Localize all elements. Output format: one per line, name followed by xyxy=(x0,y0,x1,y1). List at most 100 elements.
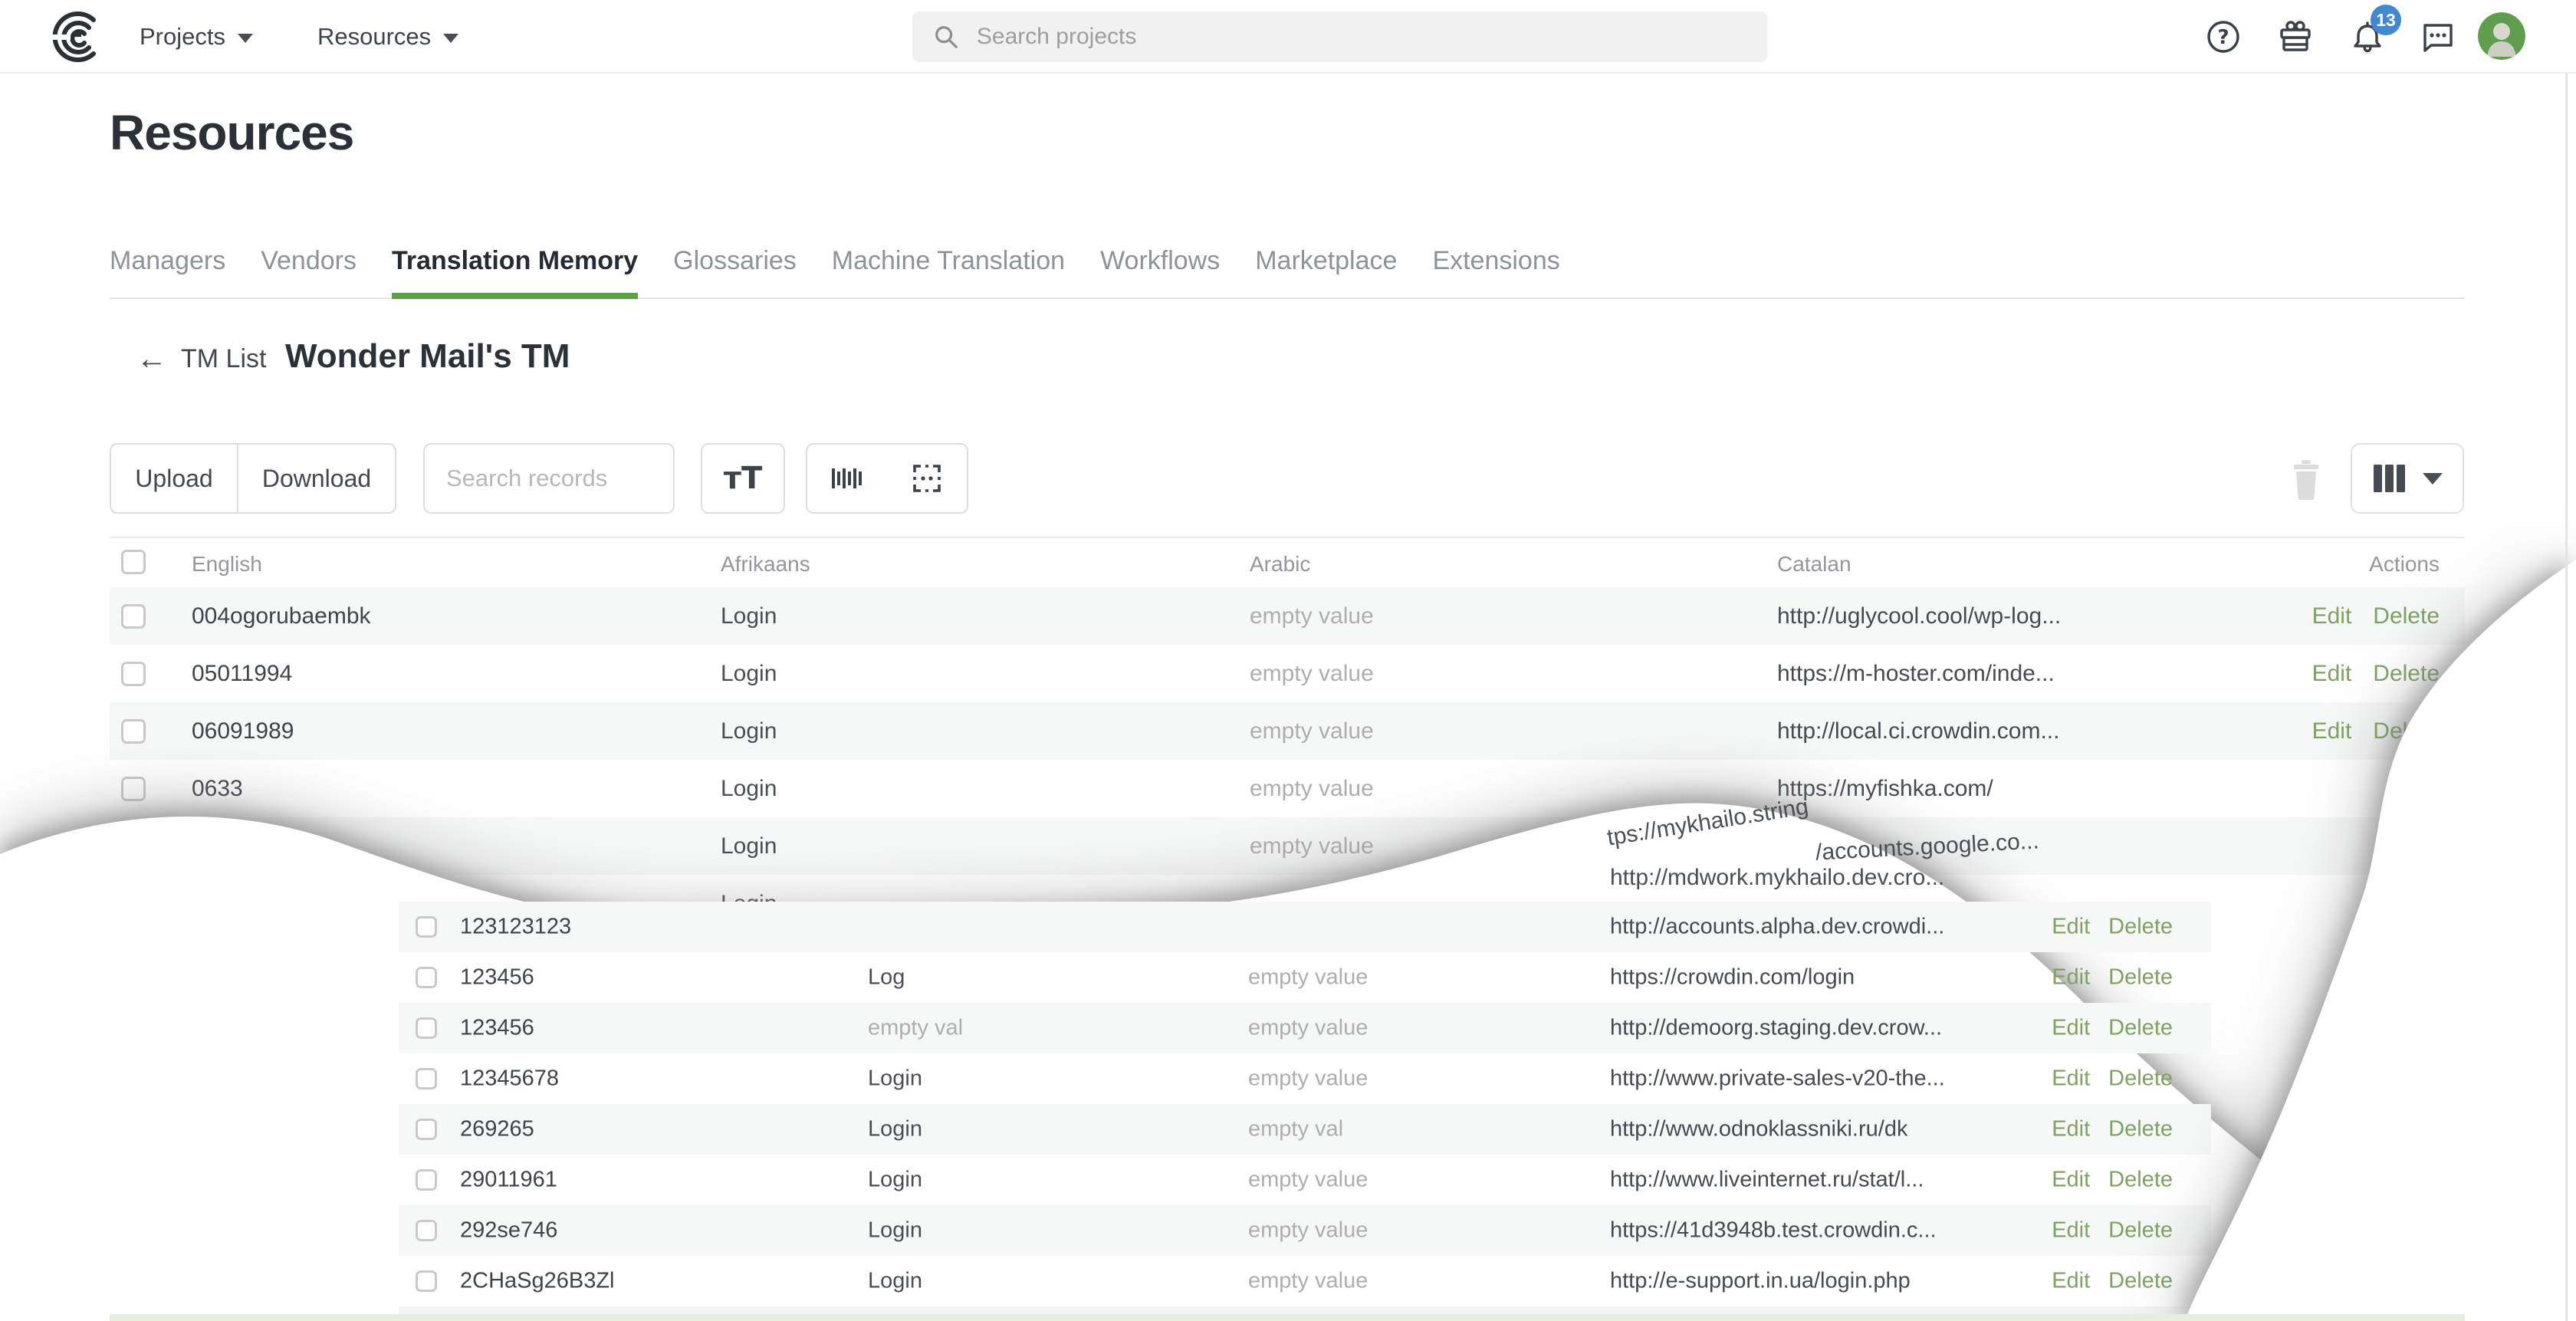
delete-link[interactable]: Delete xyxy=(2108,965,2173,991)
row-checkbox[interactable] xyxy=(121,661,146,686)
cell-arabic: empty value xyxy=(1248,1066,1368,1091)
frame-icon xyxy=(912,465,941,492)
avatar[interactable] xyxy=(2478,12,2525,60)
row-actions: Edit Delete xyxy=(2312,603,2440,629)
edit-link[interactable]: Edit xyxy=(2052,915,2090,940)
cell-afrikaans: Log xyxy=(868,964,905,990)
page-title: Resources xyxy=(110,105,354,160)
edit-link[interactable]: Edit xyxy=(2400,776,2440,802)
text-case-button[interactable]: тT xyxy=(701,443,785,514)
delete-link[interactable]: Delete xyxy=(2108,1016,2173,1041)
app-logo-icon[interactable] xyxy=(49,9,104,64)
row-checkbox[interactable] xyxy=(416,1017,437,1039)
cell-catalan: http://e-support.in.ua/login.php xyxy=(1610,1268,1911,1293)
row-checkbox[interactable] xyxy=(416,1220,437,1241)
tab-managers[interactable]: Managers xyxy=(110,246,225,297)
row-checkbox[interactable] xyxy=(416,1270,437,1292)
tab-marketplace[interactable]: Marketplace xyxy=(1255,246,1397,297)
search-projects-input[interactable] xyxy=(976,24,1747,50)
edit-link[interactable]: Edit xyxy=(2052,965,2090,991)
delete-link[interactable]: Delete xyxy=(2108,915,2173,940)
tm-title: Wonder Mail's TM xyxy=(285,337,570,375)
tab-vendors[interactable]: Vendors xyxy=(261,246,356,297)
delete-link[interactable]: Delete xyxy=(2373,718,2440,744)
table-row: 2CHaSg26B3Zl Login empty value http://e-sup… xyxy=(399,1256,2211,1306)
delete-link[interactable]: Delete xyxy=(2108,1269,2173,1294)
edit-link[interactable]: Edit xyxy=(2312,661,2352,687)
row-checkbox[interactable] xyxy=(121,833,146,859)
delete-link[interactable]: Delete xyxy=(2108,1117,2173,1142)
tab-machine-translation[interactable]: Machine Translation xyxy=(832,246,1065,297)
trash-icon[interactable] xyxy=(2289,458,2323,501)
back-to-tm-list[interactable]: ← TM List xyxy=(136,343,266,374)
cell-arabic: empty value xyxy=(1250,775,1374,801)
bell-icon[interactable]: 13 xyxy=(2346,5,2401,58)
row-checkbox[interactable] xyxy=(121,718,146,744)
row-actions: Edit Delete xyxy=(2052,915,2173,940)
arrow-left-icon: ← xyxy=(136,342,167,376)
tab-workflows[interactable]: Workflows xyxy=(1100,246,1220,297)
row-checkbox[interactable] xyxy=(416,1119,437,1140)
search-icon xyxy=(935,26,958,48)
barcode-filter-button[interactable] xyxy=(806,443,888,514)
tab-glossaries[interactable]: Glossaries xyxy=(673,246,797,297)
delete-link[interactable]: Delete xyxy=(2108,1066,2173,1092)
edit-link[interactable]: Edit xyxy=(2052,1269,2090,1294)
table-row: 05011994 Login empty value https://m-hoster… xyxy=(110,645,2465,702)
help-icon[interactable]: ? xyxy=(2202,15,2245,58)
cell-english: 2CHaSg26B3Zl xyxy=(460,1268,615,1293)
menu-resources[interactable]: Resources xyxy=(317,0,459,74)
tab-extensions[interactable]: Extensions xyxy=(1432,246,1559,297)
edit-link[interactable]: Edit xyxy=(2052,1016,2090,1041)
cell-english: 29011961 xyxy=(460,1167,557,1192)
tab-translation-memory[interactable]: Translation Memory xyxy=(391,246,639,299)
columns-dropdown-button[interactable] xyxy=(2351,443,2464,514)
search-records-input[interactable] xyxy=(423,443,675,514)
edit-link[interactable]: Edit xyxy=(2052,1168,2090,1193)
edit-link[interactable]: Edit xyxy=(2312,603,2352,629)
chevron-down-icon xyxy=(237,34,253,43)
row-checkbox[interactable] xyxy=(121,891,146,916)
cell-catalan: http://www.private-sales-v20-the... xyxy=(1610,1066,1945,1091)
chat-icon[interactable] xyxy=(2417,15,2459,58)
row-checkbox[interactable] xyxy=(121,776,146,801)
cell-afrikaans: empty val xyxy=(868,1015,964,1040)
gift-icon[interactable] xyxy=(2274,15,2317,58)
table-row: 06091989 Login empty value http://local.ci.… xyxy=(110,702,2465,760)
row-checkbox[interactable] xyxy=(416,1169,437,1191)
cell-arabic: empty value xyxy=(1250,718,1374,744)
frame-filter-button[interactable] xyxy=(886,443,968,514)
row-checkbox[interactable] xyxy=(416,1068,437,1089)
scrollbar[interactable] xyxy=(2565,74,2568,1321)
select-all-checkbox[interactable] xyxy=(121,550,146,574)
row-checkbox[interactable] xyxy=(121,603,146,629)
delete-link[interactable]: Delete xyxy=(2108,1218,2173,1244)
delete-link[interactable]: Delete xyxy=(2108,1168,2173,1193)
edit-link[interactable]: Edit xyxy=(2052,1218,2090,1244)
cell-afrikaans: Login xyxy=(721,775,777,801)
download-button[interactable]: Download xyxy=(238,443,396,514)
delete-link[interactable]: Delete xyxy=(2373,603,2440,629)
cell-catalan: http://demoorg.staging.dev.crow... xyxy=(1610,1015,1943,1040)
cell-english: 123456 xyxy=(460,1015,534,1040)
app-root: Projects Resources ? xyxy=(0,0,2576,1321)
menu-projects[interactable]: Projects xyxy=(140,0,253,74)
cell-english: 269265 xyxy=(460,1116,534,1142)
cell-arabic: empty value xyxy=(1250,660,1374,686)
cell-english: 12345678 xyxy=(460,1066,560,1091)
cell-catalan: https://myfishka.com/ xyxy=(1777,775,1993,801)
row-actions: Edit Delete xyxy=(2052,1066,2173,1092)
edit-link[interactable]: Edit xyxy=(2312,718,2352,744)
table-row: 29011961 Login empty value http://www.livei… xyxy=(399,1155,2211,1205)
upload-button[interactable]: Upload xyxy=(110,443,238,514)
row-checkbox[interactable] xyxy=(416,967,437,988)
row-actions: Edit Delete xyxy=(2312,718,2440,744)
cell-english: 0633 xyxy=(192,775,243,801)
delete-link[interactable]: Delete xyxy=(2373,661,2440,687)
cell-arabic: empty value xyxy=(1248,964,1368,990)
edit-link[interactable]: Edit xyxy=(2052,1066,2090,1092)
cell-english: 05011994 xyxy=(192,660,293,686)
row-checkbox[interactable] xyxy=(416,916,437,938)
cell-catalan: https://m-hoster.com/inde... xyxy=(1777,660,2055,686)
edit-link[interactable]: Edit xyxy=(2052,1117,2090,1142)
